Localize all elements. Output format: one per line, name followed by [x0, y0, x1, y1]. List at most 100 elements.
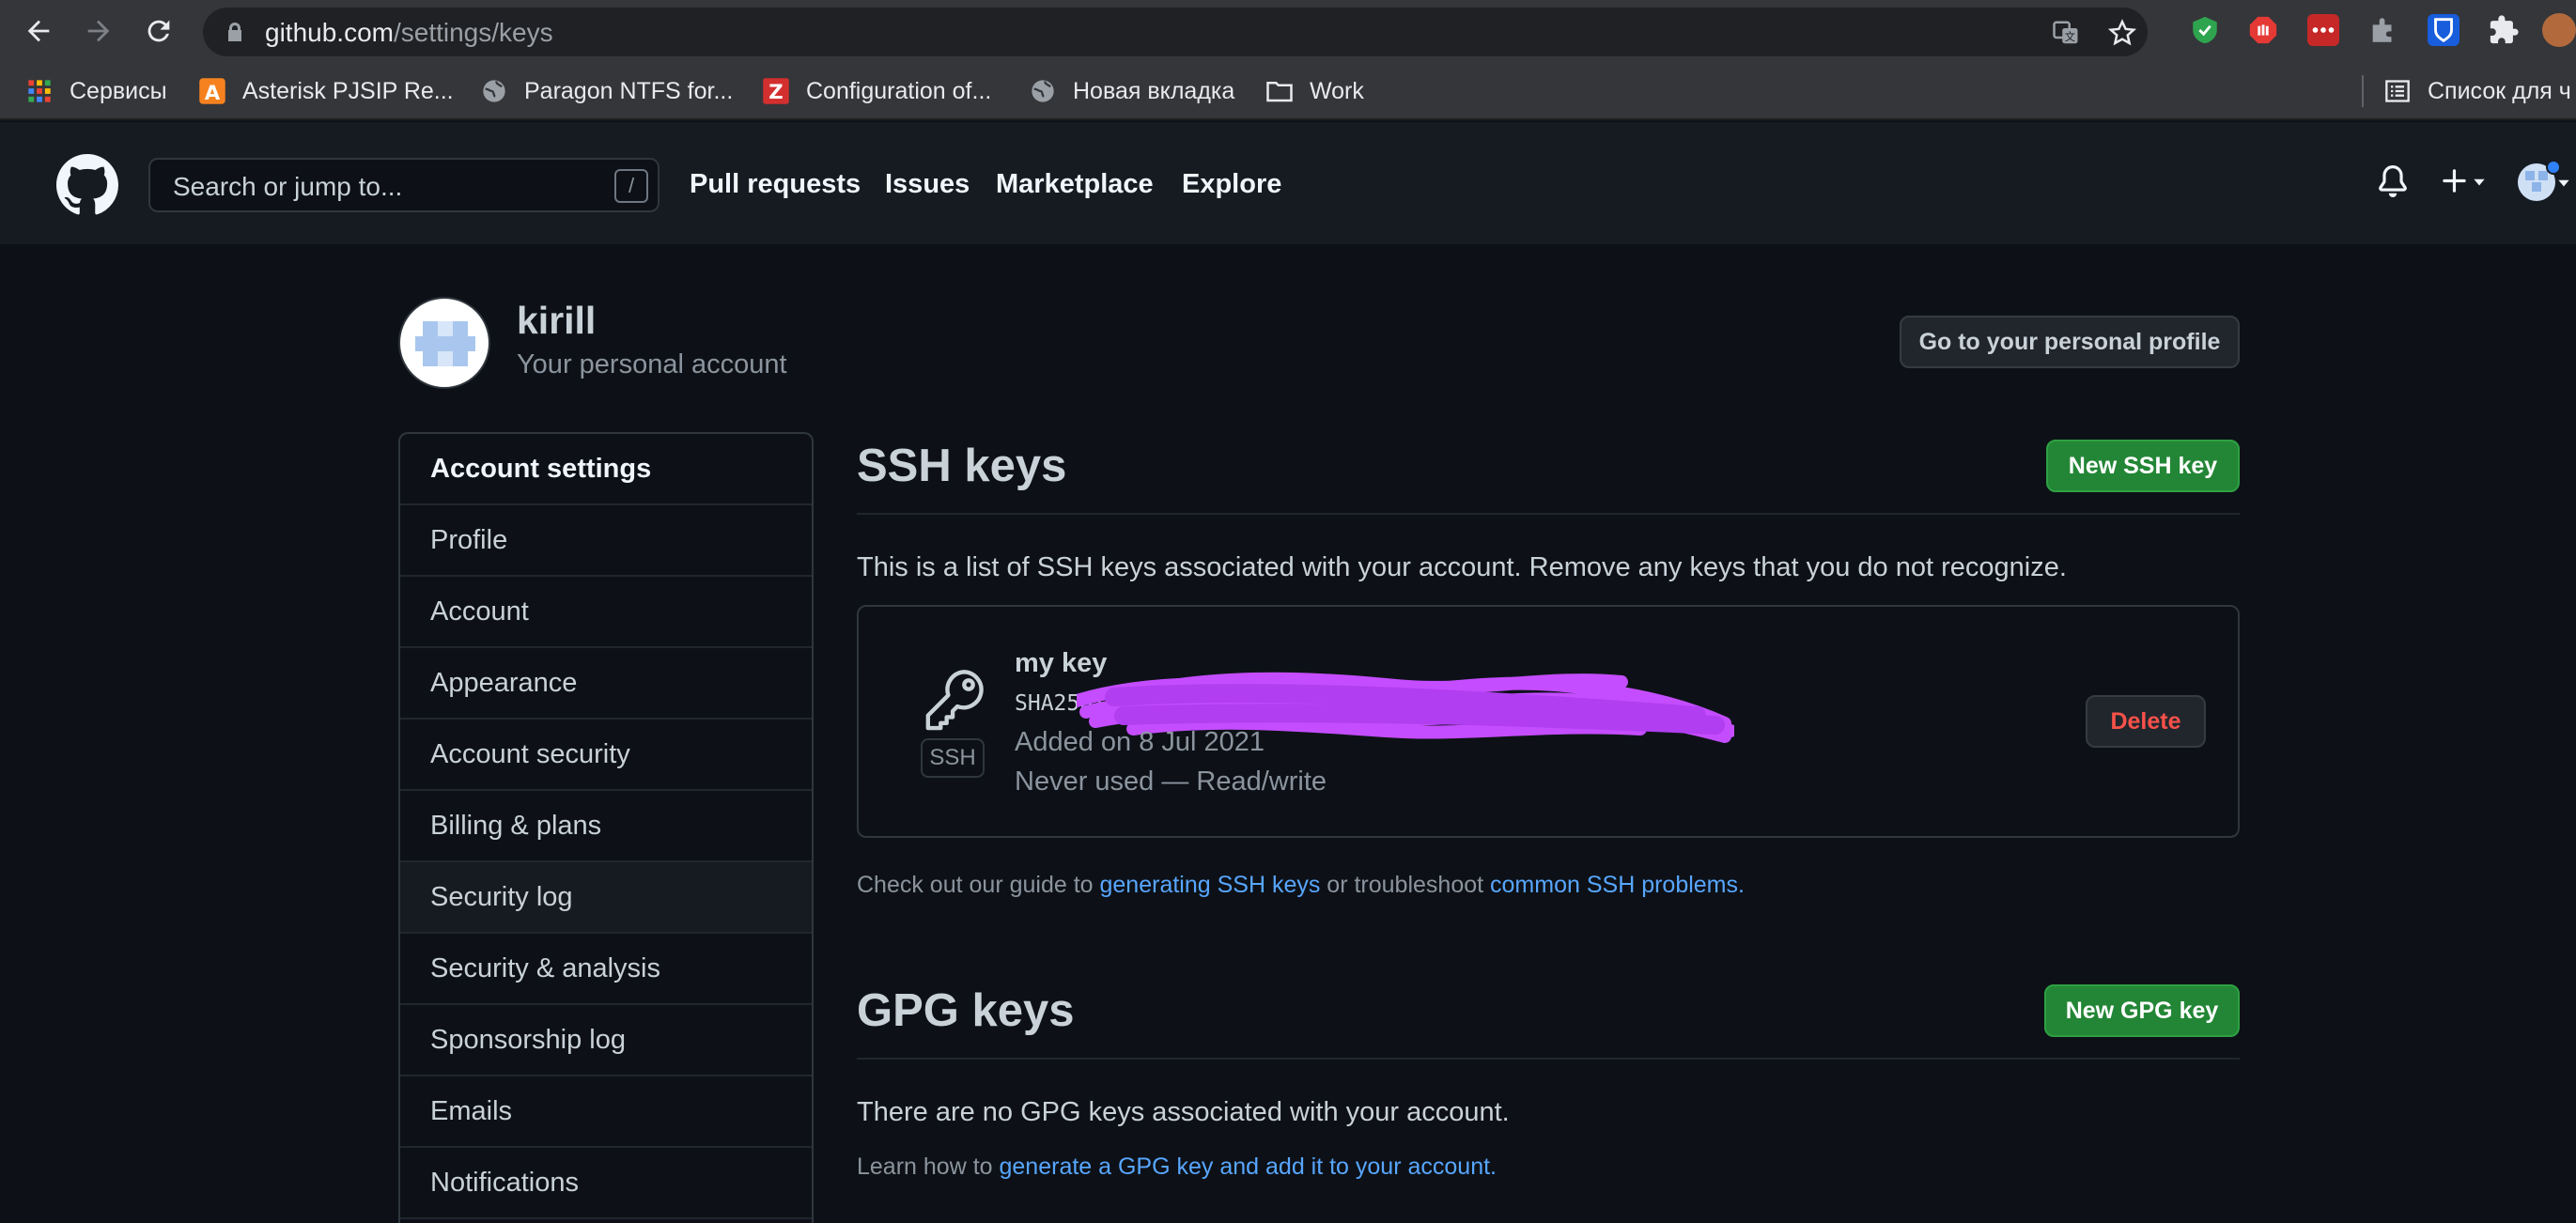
ssh-key-usage: Never used — Read/write — [1015, 766, 1327, 797]
adblock-extension-icon[interactable] — [2247, 14, 2279, 46]
arrow-right-icon — [87, 20, 110, 42]
new-ssh-key-button[interactable]: New SSH key — [2046, 440, 2240, 492]
ssh-key-added-date: Added on 8 Jul 2021 — [1015, 727, 1265, 757]
sidebar-item-security-log[interactable]: Security log — [400, 862, 812, 934]
search-placeholder: Search or jump to... — [173, 172, 403, 201]
new-gpg-key-button[interactable]: New GPG key — [2044, 984, 2240, 1037]
folder-icon — [1265, 76, 1295, 106]
common-ssh-problems-link[interactable]: common SSH problems — [1490, 872, 1738, 898]
gpg-learn-text: Learn how to generate a GPG key and add … — [857, 1153, 1497, 1181]
ssh-description: This is a list of SSH keys associated wi… — [857, 552, 2067, 582]
lastpass-extension-icon[interactable] — [2307, 14, 2339, 46]
bell-icon[interactable] — [2377, 163, 2409, 199]
address-url: github.com/settings/keys — [265, 18, 553, 48]
bookmark-services[interactable]: Сервисы — [24, 75, 167, 107]
bookmark-configuration[interactable]: Z Configuration of... — [761, 75, 991, 107]
sidebar-item-security-analysis[interactable]: Security & analysis — [400, 934, 812, 1005]
bookmark-label: Asterisk PJSIP Re... — [242, 77, 454, 104]
browser-toolbar: github.com/settings/keys 文 — [0, 0, 2576, 62]
bookmark-label: Configuration of... — [806, 77, 992, 104]
ssh-type-badge: SSH — [921, 738, 985, 778]
profile-avatar-icon[interactable] — [2542, 13, 2576, 47]
settings-sidebar: Account settings Profile Account Appeara… — [398, 432, 814, 1223]
translate-icon[interactable]: 文 — [2052, 19, 2080, 47]
lock-icon — [228, 23, 241, 41]
guide-middle: or troubleshoot — [1320, 872, 1491, 898]
url-host: github.com — [265, 18, 394, 47]
extensions-puzzle-icon[interactable] — [2488, 14, 2520, 46]
nav-pull-requests[interactable]: Pull requests — [690, 169, 861, 200]
forward-button[interactable] — [79, 11, 118, 51]
bookmark-new-tab[interactable]: Новая вкладка — [1028, 75, 1234, 107]
ssh-keys-title: SSH keys — [857, 441, 1067, 491]
account-subtitle: Your personal account — [517, 349, 787, 379]
sidebar-item-billing[interactable]: Billing & plans — [400, 791, 812, 862]
sidebar-item-notifications[interactable]: Notifications — [400, 1148, 812, 1219]
bookmark-label: Сервисы — [70, 77, 167, 104]
sidebar-item-account-security[interactable]: Account security — [400, 720, 812, 791]
global-search-input[interactable]: Search or jump to... / — [148, 158, 660, 212]
sidebar-item-emails[interactable]: Emails — [400, 1076, 812, 1148]
bookmark-label: Новая вкладка — [1073, 77, 1235, 104]
svg-text:Z: Z — [768, 81, 783, 104]
reading-list-icon — [2382, 76, 2413, 106]
sidebar-item-sponsorship-log[interactable]: Sponsorship log — [400, 1005, 812, 1076]
ssh-divider — [857, 513, 2240, 515]
asterisk-icon: A — [197, 76, 227, 106]
shield-extension-icon[interactable] — [2189, 14, 2221, 46]
learn-prefix: Learn how to — [857, 1153, 1000, 1180]
caret-down-icon — [2558, 179, 2569, 187]
bookmark-asterisk[interactable]: A Asterisk PJSIP Re... — [197, 75, 454, 107]
star-icon[interactable] — [2108, 19, 2136, 47]
nav-explore[interactable]: Explore — [1182, 169, 1281, 200]
apps-grid-icon — [24, 76, 54, 106]
address-bar[interactable]: github.com/settings/keys 文 — [203, 8, 2148, 56]
extension-puzzle-gray-icon[interactable] — [2367, 14, 2399, 46]
gpg-empty-text: There are no GPG keys associated with yo… — [857, 1097, 1510, 1127]
delete-ssh-key-button[interactable]: Delete — [2086, 695, 2206, 748]
github-logo-icon[interactable] — [56, 154, 118, 216]
reload-button[interactable] — [139, 11, 178, 51]
plus-icon — [2443, 169, 2466, 193]
reload-icon — [147, 20, 170, 42]
generate-gpg-key-link[interactable]: generate a GPG key and add it to your ac… — [1000, 1153, 1491, 1180]
guide-suffix: . — [1738, 872, 1745, 898]
learn-suffix: . — [1490, 1153, 1497, 1180]
user-menu-dropdown[interactable] — [2518, 160, 2572, 201]
ssh-key-item: SSH my key SHA256: Added on 8 Jul 2021 N… — [857, 605, 2240, 838]
svg-text:A: A — [205, 82, 221, 105]
notification-dot — [2546, 160, 2561, 175]
sidebar-item-account[interactable]: Account — [400, 577, 812, 648]
sidebar-item-appearance[interactable]: Appearance — [400, 648, 812, 720]
gpg-keys-title: GPG keys — [857, 985, 1075, 1036]
svg-text:文: 文 — [2065, 30, 2075, 43]
account-avatar[interactable] — [398, 297, 490, 389]
bookmark-paragon[interactable]: Paragon NTFS for... — [479, 75, 733, 107]
github-header: Search or jump to... / Pull requests Iss… — [0, 122, 2576, 244]
reading-list-button[interactable]: Список для ч — [2382, 75, 2571, 107]
go-to-profile-button[interactable]: Go to your personal profile — [1900, 316, 2240, 368]
bookmark-label: Paragon NTFS for... — [524, 77, 734, 104]
sidebar-heading: Account settings — [400, 434, 812, 505]
gpg-divider — [857, 1058, 2240, 1060]
guide-prefix: Check out our guide to — [857, 872, 1100, 898]
create-new-dropdown[interactable] — [2439, 165, 2488, 197]
bookmark-work-folder[interactable]: Work — [1265, 75, 1364, 107]
key-icon — [925, 670, 984, 731]
nav-issues[interactable]: Issues — [885, 169, 970, 200]
account-username: kirill — [517, 299, 597, 342]
ssh-guide-text: Check out our guide to generating SSH ke… — [857, 872, 1745, 899]
nav-marketplace[interactable]: Marketplace — [996, 169, 1154, 200]
bookmarks-bar: Сервисы A Asterisk PJSIP Re... Paragon N… — [0, 62, 2576, 120]
globe-icon — [1028, 76, 1058, 106]
bitwarden-extension-icon[interactable] — [2428, 14, 2460, 46]
globe-icon — [479, 76, 509, 106]
bookmark-label: Work — [1310, 77, 1364, 104]
generating-ssh-keys-link[interactable]: generating SSH keys — [1100, 872, 1321, 898]
caret-down-icon — [2474, 178, 2485, 186]
bookmarks-separator — [2362, 75, 2364, 107]
search-shortcut-key: / — [614, 169, 648, 203]
arrow-left-icon — [27, 20, 50, 42]
back-button[interactable] — [19, 11, 58, 51]
sidebar-item-profile[interactable]: Profile — [400, 505, 812, 577]
